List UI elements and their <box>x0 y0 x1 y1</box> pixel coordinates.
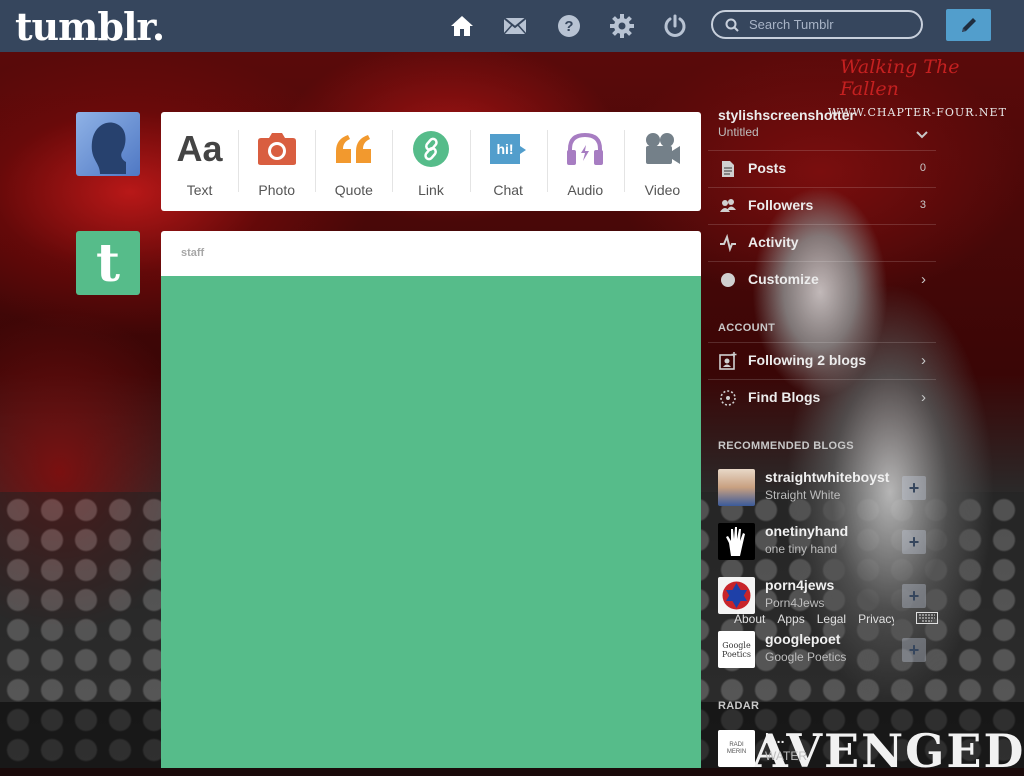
activity-icon <box>720 234 736 252</box>
follow-button[interactable]: + <box>902 530 926 554</box>
compass-icon <box>720 390 736 406</box>
search-box[interactable] <box>711 10 923 39</box>
hand-icon <box>726 527 745 556</box>
account-section-label: ACCOUNT <box>718 322 776 334</box>
follow-button[interactable]: + <box>902 638 926 662</box>
document-icon <box>722 161 734 177</box>
star-of-david-icon <box>722 581 751 610</box>
post-author[interactable]: staff <box>181 247 204 259</box>
people-icon <box>720 199 736 212</box>
help-icon[interactable]: ? <box>557 14 581 38</box>
footer-link-apps[interactable]: Apps <box>777 612 804 626</box>
follow-button[interactable]: + <box>902 476 926 500</box>
blog-avatar: Google Poetics <box>718 631 755 668</box>
recommended-blog[interactable]: Google Poetics googlepoet Google Poetics… <box>708 623 936 677</box>
settings-icon[interactable] <box>610 14 634 38</box>
video-camera-icon <box>646 133 681 164</box>
footer-link-legal[interactable]: Legal <box>817 612 846 626</box>
camera-icon <box>257 133 296 165</box>
user-avatar[interactable] <box>76 112 140 176</box>
compose-button[interactable] <box>946 9 991 41</box>
tumblr-logo[interactable]: tumblr. <box>15 4 165 49</box>
blog-avatar <box>718 469 755 506</box>
silhouette-icon <box>91 122 126 174</box>
recommended-blog[interactable]: onetinyhand one tiny hand + <box>708 515 936 569</box>
link-icon <box>412 131 449 167</box>
svg-text:?: ? <box>564 18 573 35</box>
blog-title: Untitled <box>718 125 759 139</box>
chevron-right-icon: › <box>921 271 926 288</box>
search-icon <box>725 18 739 32</box>
sidebar-item-find-blogs[interactable]: Find Blogs › <box>708 379 936 416</box>
post-header: staff <box>161 231 701 276</box>
post-type-link[interactable]: Link <box>392 112 469 211</box>
chevron-down-icon <box>916 131 928 139</box>
sidebar-item-followers[interactable]: Followers 3 <box>708 187 936 224</box>
search-input[interactable] <box>747 16 921 33</box>
blog-avatar: RADI MERIN <box>718 730 755 767</box>
chat-icon: hi! <box>490 134 527 164</box>
svg-text:hi!: hi! <box>497 141 514 157</box>
headphones-icon <box>567 132 604 165</box>
pencil-icon <box>961 18 976 32</box>
following-icon <box>719 352 737 370</box>
footer-link-about[interactable]: About <box>734 612 765 626</box>
blog-avatar <box>718 577 755 614</box>
blog-name: stylishscreenshotter <box>718 107 855 123</box>
svg-text:t: t <box>96 237 120 289</box>
post-type-quote[interactable]: Quote <box>315 112 392 211</box>
follow-button[interactable]: + <box>902 584 926 608</box>
chevron-right-icon: › <box>921 352 926 369</box>
post-type-bar: Aa Text Photo Quote Link hi! Chat Audio <box>161 112 701 211</box>
post-type-chat[interactable]: hi! Chat <box>469 112 547 211</box>
keyboard-icon[interactable] <box>916 612 938 624</box>
post-type-text[interactable]: Aa Text <box>161 112 238 211</box>
recommended-blog[interactable]: straightwhiteboyst Straight White + <box>708 461 936 515</box>
post-type-photo[interactable]: Photo <box>238 112 315 211</box>
footer-link-privacy[interactable]: Privacy <box>858 612 894 626</box>
blog-avatar <box>718 523 755 560</box>
power-icon[interactable] <box>663 14 687 38</box>
sidebar-item-customize[interactable]: Customize › <box>708 261 936 298</box>
blog-switcher[interactable]: stylishscreenshotter Untitled <box>718 107 928 139</box>
post-type-video[interactable]: Video <box>623 112 701 211</box>
staff-avatar[interactable]: t <box>76 231 140 295</box>
footer-links: About Apps Legal Privacy <box>734 612 894 626</box>
text-icon: Aa <box>176 128 223 169</box>
chevron-right-icon: › <box>921 389 926 406</box>
radar-section-label: RADAR <box>718 700 760 712</box>
palette-icon <box>721 273 735 287</box>
sidebar-item-posts[interactable]: Posts 0 <box>708 150 936 187</box>
recommended-section-label: RECOMMENDED BLOGS <box>718 440 854 452</box>
mail-icon[interactable] <box>503 14 527 38</box>
post-type-audio[interactable]: Audio <box>546 112 624 211</box>
post-content <box>161 276 701 768</box>
top-navigation-bar: tumblr. ? <box>0 0 1024 52</box>
sidebar-item-activity[interactable]: Activity <box>708 224 936 261</box>
home-icon[interactable] <box>450 14 474 38</box>
quote-icon <box>335 135 371 163</box>
sidebar-item-following[interactable]: Following 2 blogs › <box>708 342 936 379</box>
tumblr-t-icon: t <box>96 237 120 289</box>
